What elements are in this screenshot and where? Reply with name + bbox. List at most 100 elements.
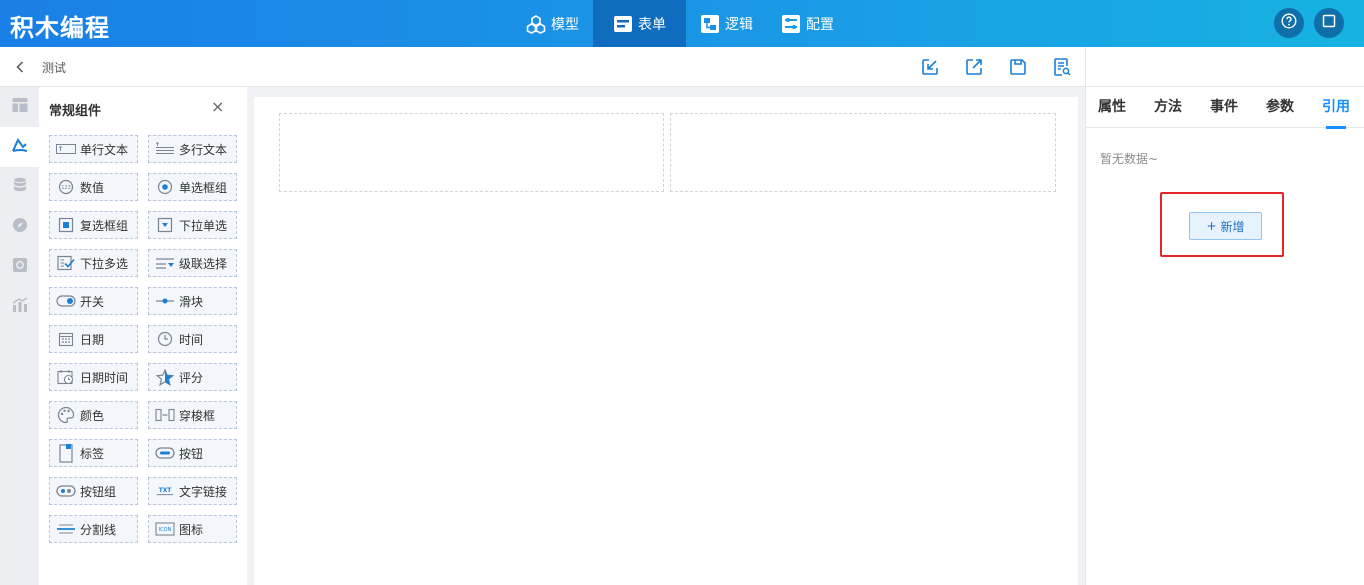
app-title: 积木编程 — [10, 14, 110, 42]
component-label: 图标 — [179, 522, 204, 537]
component-label: 评分 — [179, 370, 204, 385]
rail-item-layout[interactable] — [0, 87, 39, 127]
component-label: 穿梭框 — [179, 408, 216, 423]
add-reference-button[interactable]: + 新增 — [1189, 212, 1262, 240]
right-panel: 属性 方法 事件 参数 引用 暂无数据~ + 新增 — [1085, 87, 1364, 585]
rail-item-database[interactable] — [0, 167, 39, 207]
divider-icon — [56, 521, 76, 537]
component-date[interactable]: 日期 — [49, 325, 138, 353]
component-button[interactable]: 按钮 — [148, 439, 237, 467]
layout-icon — [11, 96, 29, 118]
component-label: 滑块 — [179, 294, 204, 309]
tab-config[interactable]: 配置 — [767, 0, 848, 47]
component-radio[interactable]: 单选框组 — [148, 173, 237, 201]
left-rail — [0, 87, 39, 585]
radio-icon — [155, 179, 175, 195]
top-right-actions — [1274, 8, 1344, 38]
component-text-link[interactable]: TXT 文字链接 — [148, 477, 237, 505]
component-checkbox[interactable]: 复选框组 — [49, 211, 138, 239]
component-select[interactable]: 下拉单选 — [148, 211, 237, 239]
rail-item-chart[interactable] — [0, 287, 39, 327]
slider-icon — [155, 293, 175, 309]
import-icon[interactable] — [920, 57, 940, 77]
rail-item-compass[interactable] — [0, 207, 39, 247]
tab-events[interactable]: 事件 — [1210, 87, 1238, 128]
select-icon — [155, 217, 175, 233]
component-grid: 单行文本 多行文本 123 数值 单选框组 复选框组 下拉单选 下拉多选 级联选… — [49, 135, 237, 543]
component-label: 文字链接 — [179, 484, 228, 499]
component-multi-text[interactable]: 多行文本 — [148, 135, 237, 163]
export-icon[interactable] — [964, 57, 984, 77]
tab-properties[interactable]: 属性 — [1098, 87, 1126, 128]
svg-text:ICON: ICON — [159, 527, 172, 533]
component-divider[interactable]: 分割线 — [49, 515, 138, 543]
tab-logic[interactable]: 逻辑 — [686, 0, 767, 47]
component-panel-title: 常规组件 — [49, 104, 102, 119]
component-time[interactable]: 时间 — [148, 325, 237, 353]
transfer-icon — [155, 407, 175, 423]
component-icon-item[interactable]: ICON 图标 — [148, 515, 237, 543]
component-transfer[interactable]: 穿梭框 — [148, 401, 237, 429]
component-button-group[interactable]: 按钮组 — [49, 477, 138, 505]
component-datetime[interactable]: 日期时间 — [49, 363, 138, 391]
date-icon — [56, 331, 76, 347]
multi-select-icon — [56, 255, 76, 271]
component-single-text[interactable]: 单行文本 — [49, 135, 138, 163]
tab-logic-label: 逻辑 — [725, 16, 753, 33]
tab-form[interactable]: 表单 — [593, 0, 686, 47]
rail-item-media[interactable] — [0, 247, 39, 287]
component-color[interactable]: 颜色 — [49, 401, 138, 429]
tab-references[interactable]: 引用 — [1322, 87, 1350, 129]
component-tag[interactable]: 标签 — [49, 439, 138, 467]
form-icon — [613, 15, 633, 33]
component-cascader[interactable]: 级联选择 — [148, 249, 237, 277]
component-label: 分割线 — [80, 522, 117, 537]
number-icon: 123 — [56, 179, 76, 195]
tab-model[interactable]: 模型 — [512, 0, 593, 47]
component-icon — [11, 136, 29, 158]
component-label: 数值 — [80, 180, 105, 195]
component-label: 颜色 — [80, 408, 105, 423]
help-icon — [1281, 13, 1297, 33]
component-label: 下拉多选 — [80, 256, 129, 271]
checkbox-icon — [56, 217, 76, 233]
component-label: 多行文本 — [179, 142, 228, 157]
right-toolbar-spacer — [1085, 47, 1364, 87]
tab-form-label: 表单 — [638, 16, 666, 33]
component-label: 标签 — [80, 446, 105, 461]
component-label: 时间 — [179, 332, 204, 347]
component-slider[interactable]: 滑块 — [148, 287, 237, 315]
window-button[interactable] — [1314, 8, 1344, 38]
component-rate[interactable]: 评分 — [148, 363, 237, 391]
preview-icon[interactable] — [1052, 57, 1072, 77]
compass-icon — [11, 216, 29, 238]
time-icon — [155, 331, 175, 347]
svg-text:TXT: TXT — [159, 488, 172, 494]
switch-icon — [56, 293, 76, 309]
component-label: 级联选择 — [179, 256, 228, 271]
component-label: 下拉单选 — [179, 218, 228, 233]
button-icon — [155, 445, 175, 461]
icon-component-icon: ICON — [155, 521, 175, 537]
component-label: 开关 — [80, 294, 105, 309]
save-icon[interactable] — [1008, 57, 1028, 77]
component-switch[interactable]: 开关 — [49, 287, 138, 315]
single-text-icon — [56, 141, 76, 157]
layout-cell-right[interactable] — [670, 113, 1056, 192]
cubes-icon — [526, 14, 546, 34]
config-icon — [781, 14, 801, 34]
back-icon[interactable] — [12, 59, 28, 75]
rail-item-component[interactable] — [0, 127, 39, 167]
svg-text:123: 123 — [61, 185, 71, 191]
layout-cell-left[interactable] — [279, 113, 664, 192]
add-button-label: 新增 — [1220, 219, 1245, 234]
component-multi-select[interactable]: 下拉多选 — [49, 249, 138, 277]
close-icon[interactable]: × — [211, 99, 224, 115]
tab-params[interactable]: 参数 — [1266, 87, 1294, 128]
component-label: 按钮 — [179, 446, 204, 461]
datetime-icon — [56, 369, 76, 385]
component-label: 日期 — [80, 332, 105, 347]
component-number[interactable]: 123 数值 — [49, 173, 138, 201]
tab-methods[interactable]: 方法 — [1154, 87, 1182, 128]
help-button[interactable] — [1274, 8, 1304, 38]
